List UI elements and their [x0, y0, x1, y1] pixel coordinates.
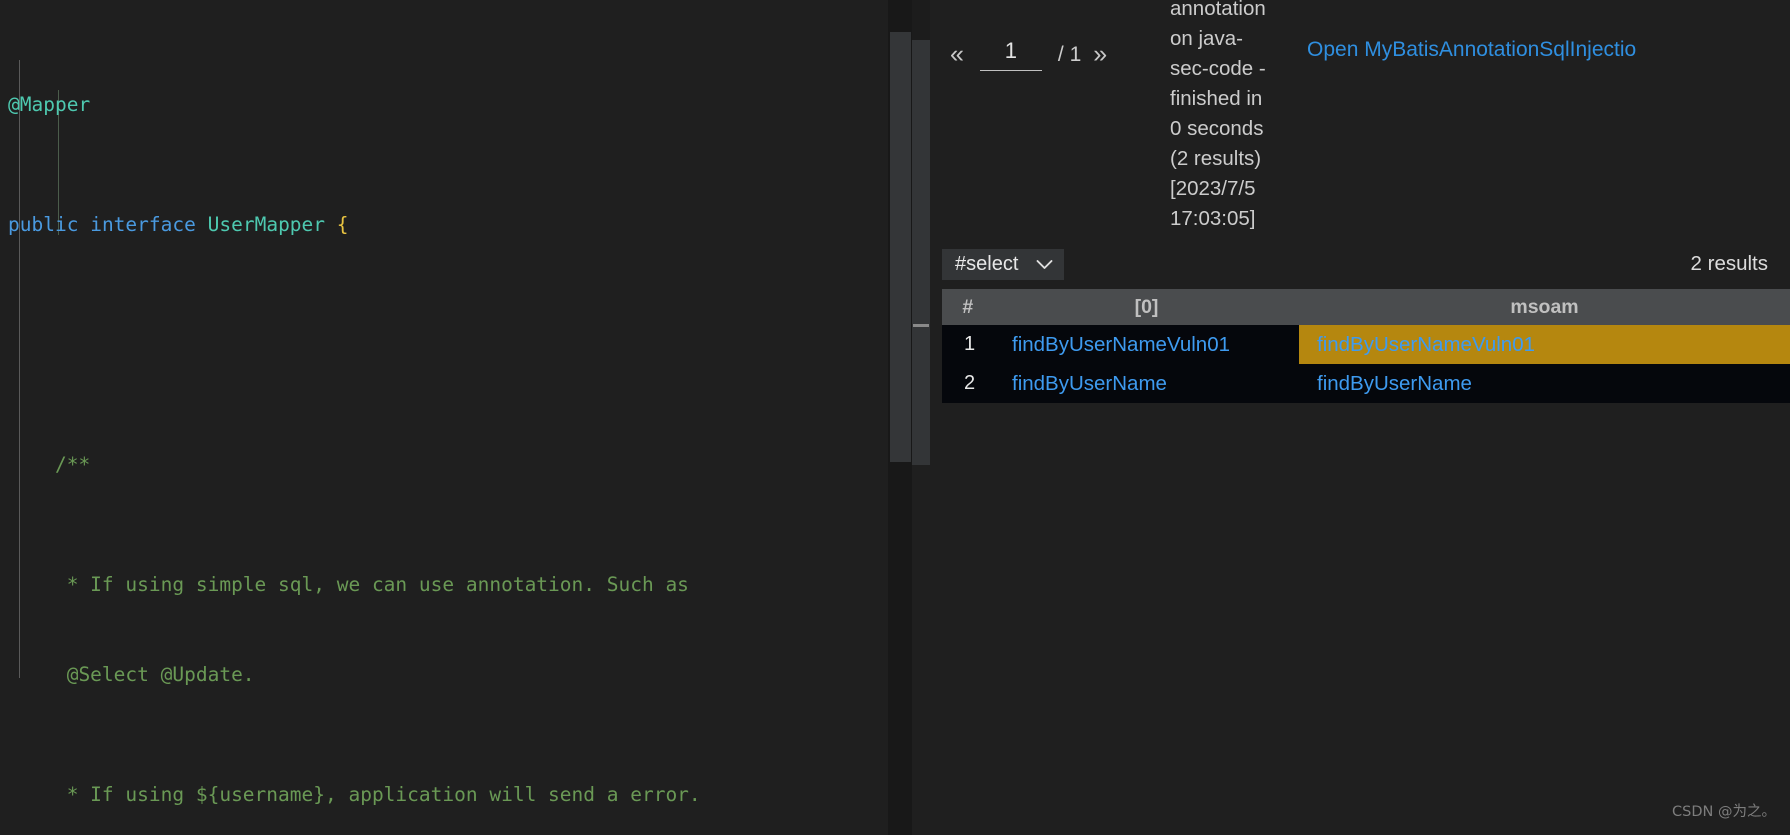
- watermark: CSDN @为之。: [1672, 804, 1776, 820]
- table-row[interactable]: 1 findByUserNameVuln01 findByUserNameVul…: [942, 325, 1790, 364]
- row-index: 1: [942, 325, 994, 364]
- code-line[interactable]: * If using simple sql, we can use annota…: [0, 570, 888, 600]
- query-result-panel: « / 1 » annotation on java-sec-code - fi…: [912, 0, 1790, 835]
- table-row[interactable]: 2 findByUserName findByUserName: [942, 364, 1790, 403]
- code-line[interactable]: public interface UserMapper {: [0, 210, 888, 240]
- grid-col-header-msoam[interactable]: msoam: [1299, 289, 1790, 325]
- screen-root: @Mapper public interface UserMapper { /*…: [0, 0, 1790, 835]
- grid-header-row: # [0] msoam: [942, 289, 1790, 325]
- query-status-text: annotation on java-sec-code - finished i…: [1170, 0, 1266, 230]
- grid-cell[interactable]: findByUserName: [994, 364, 1299, 403]
- comment-line-1: * If using simple sql, we can use annota…: [66, 573, 689, 596]
- grid-cell-selected[interactable]: findByUserNameVuln01: [1299, 325, 1790, 364]
- code-content[interactable]: @Mapper public interface UserMapper { /*…: [0, 0, 888, 835]
- page-total-label: / 1: [1057, 42, 1082, 66]
- code-line[interactable]: @Mapper: [0, 90, 888, 120]
- code-line[interactable]: * If using ${username}, application will…: [0, 780, 888, 810]
- comment-line-2: * If using ${username}, application will…: [66, 783, 701, 806]
- kw-interface: interface: [90, 213, 196, 236]
- statement-select-value: #select: [955, 253, 1019, 275]
- open-class-link[interactable]: Open MyBatisAnnotationSqlInjectio: [1307, 34, 1777, 66]
- results-count-label: 2 results: [1690, 252, 1768, 275]
- result-grid[interactable]: # [0] msoam 1 findByUserNameVuln01 findB…: [942, 289, 1790, 403]
- statement-select-dropdown[interactable]: #select: [942, 249, 1065, 280]
- panel-scrollbar-thumb[interactable]: [912, 40, 930, 465]
- grid-toolbar: #select 2 results: [942, 249, 1768, 281]
- page-number-input[interactable]: [979, 38, 1042, 71]
- panel-scrollbar-top-cap: [912, 0, 930, 40]
- panel-scrollbar-divider: [913, 324, 929, 327]
- chevron-down-icon: [1036, 259, 1053, 270]
- next-page-button[interactable]: »: [1085, 40, 1115, 69]
- previous-page-button[interactable]: «: [942, 40, 972, 69]
- editor-scrollbar-thumb[interactable]: [890, 32, 911, 462]
- grid-cell[interactable]: findByUserNameVuln01: [994, 325, 1299, 364]
- grid-col-header-index[interactable]: #: [942, 289, 995, 325]
- pagination: « / 1 »: [942, 38, 1115, 71]
- kw-public: public: [8, 213, 79, 236]
- row-index: 2: [942, 364, 994, 403]
- code-line[interactable]: /**: [0, 450, 888, 480]
- type-usermapper: UserMapper: [207, 213, 326, 236]
- comment-open: /**: [54, 453, 91, 476]
- grid-cell[interactable]: findByUserName: [1299, 364, 1790, 403]
- code-line[interactable]: [0, 330, 888, 360]
- annotation-mapper: @Mapper: [8, 93, 91, 116]
- open-brace: {: [336, 213, 349, 236]
- grid-col-header-zero[interactable]: [0]: [994, 289, 1300, 325]
- panel-scrollbar-track[interactable]: [912, 0, 930, 835]
- code-line[interactable]: @Select @Update.: [0, 660, 888, 690]
- code-editor[interactable]: @Mapper public interface UserMapper { /*…: [0, 0, 888, 835]
- comment-line-1b: @Select @Update.: [66, 663, 255, 686]
